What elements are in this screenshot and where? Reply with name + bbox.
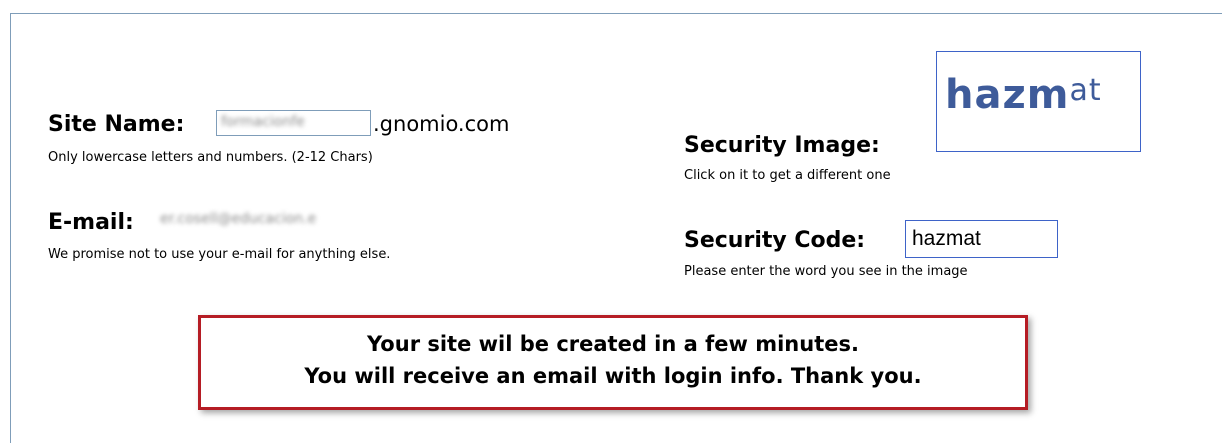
email-value: er.cosell@educacion.e <box>160 211 317 227</box>
captcha-word-part1: hazm <box>945 72 1070 118</box>
creation-notice: Your site wil be created in a few minute… <box>198 315 1028 410</box>
email-input[interactable]: er.cosell@educacion.e <box>156 208 434 234</box>
security-code-label: Security Code: <box>684 228 866 253</box>
security-code-hint: Please enter the word you see in the ima… <box>684 264 968 279</box>
site-name-input[interactable]: formacionfe <box>216 110 371 136</box>
email-hint: We promise not to use your e-mail for an… <box>48 247 391 262</box>
security-image-hint: Click on it to get a different one <box>684 168 891 183</box>
notice-line-2: You will receive an email with login inf… <box>304 364 922 388</box>
security-image-label: Security Image: <box>684 133 880 158</box>
site-name-hint: Only lowercase letters and numbers. (2-1… <box>48 150 373 165</box>
captcha-word-part2: at <box>1069 73 1102 108</box>
notice-line-1: Your site wil be created in a few minute… <box>367 332 859 356</box>
site-name-label: Site Name: <box>48 112 185 137</box>
email-label: E-mail: <box>48 210 134 235</box>
security-code-input[interactable] <box>905 220 1058 258</box>
domain-suffix: .gnomio.com <box>373 112 510 136</box>
captcha-word: hazmat <box>945 72 1102 118</box>
site-name-value: formacionfe <box>221 114 305 130</box>
captcha-image[interactable]: hazmat <box>936 51 1141 152</box>
